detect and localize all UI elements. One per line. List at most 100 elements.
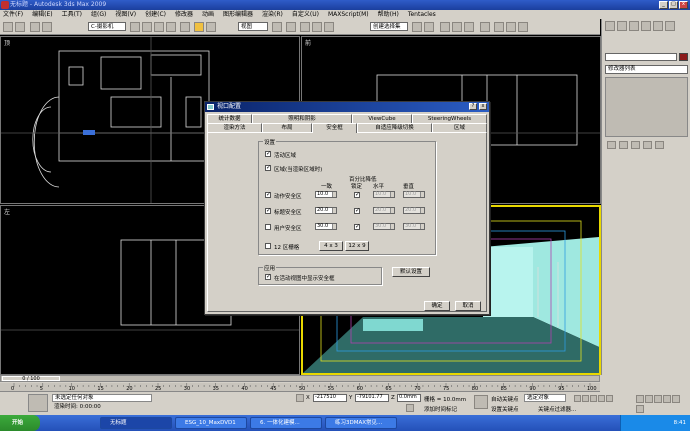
- select-scale-icon[interactable]: [206, 22, 216, 32]
- zoom-icon[interactable]: [636, 395, 644, 403]
- manipulate-icon[interactable]: [286, 22, 296, 32]
- listener-button[interactable]: [28, 394, 48, 412]
- zoom-extents-icon[interactable]: [654, 395, 662, 403]
- render-setup-icon[interactable]: [494, 22, 504, 32]
- grid-checkbox[interactable]: [265, 243, 271, 249]
- user-safe-lock-checkbox[interactable]: ✓: [354, 224, 360, 230]
- redo-icon[interactable]: [15, 22, 25, 32]
- tab-safe-frames[interactable]: 安全框: [312, 123, 357, 133]
- play-icon[interactable]: [590, 395, 597, 402]
- user-safe-checkbox[interactable]: [265, 224, 271, 230]
- lock-selection-icon[interactable]: [296, 394, 304, 402]
- motion-tab-icon[interactable]: [641, 21, 651, 31]
- tab-steeringwheels[interactable]: SteeringWheels: [412, 114, 487, 123]
- link-icon[interactable]: [30, 22, 40, 32]
- tab-adaptive-degradation[interactable]: 自适应降级切换: [357, 123, 432, 132]
- show-safe-frames-checkbox[interactable]: ✓: [265, 274, 271, 280]
- default-settings-button[interactable]: 默认设置: [392, 267, 430, 277]
- menu-file[interactable]: 文件(F): [3, 10, 23, 19]
- object-color-swatch[interactable]: [679, 53, 688, 61]
- render-frame-icon[interactable]: [506, 22, 516, 32]
- close-button[interactable]: x: [679, 1, 688, 9]
- task-3dmax-practice[interactable]: 练习3DMAX常见...: [325, 417, 397, 429]
- menu-edit[interactable]: 编辑(E): [32, 10, 52, 19]
- title-safe-horizontal-spinner[interactable]: 20.0: [373, 207, 395, 214]
- display-tab-icon[interactable]: [653, 21, 663, 31]
- action-safe-checkbox[interactable]: ✓: [265, 192, 271, 198]
- remove-modifier-icon[interactable]: [643, 141, 652, 149]
- snap-icon[interactable]: [300, 22, 310, 32]
- unlink-icon[interactable]: [42, 22, 52, 32]
- minimize-button[interactable]: _: [659, 1, 668, 9]
- time-tag-icon[interactable]: [406, 404, 414, 412]
- material-editor-icon[interactable]: [480, 22, 490, 32]
- grid-12x9-button[interactable]: 12 x 9: [345, 241, 369, 251]
- create-tab-icon[interactable]: [605, 21, 615, 31]
- spinner-arrows-icon[interactable]: [332, 192, 336, 197]
- menu-modifiers[interactable]: 修改器: [175, 10, 193, 19]
- action-safe-uniform-spinner[interactable]: 10.0: [315, 191, 337, 198]
- title-safe-vertical-spinner[interactable]: 20.0: [403, 207, 425, 214]
- key-mode-dropdown[interactable]: 选定对象: [524, 394, 566, 402]
- spinner-arrows-icon[interactable]: [420, 224, 424, 229]
- spinner-arrows-icon[interactable]: [390, 208, 394, 213]
- add-time-tag-label[interactable]: 添加时间标记: [424, 405, 457, 413]
- maximize-button[interactable]: □: [669, 1, 678, 9]
- quick-render-icon[interactable]: [518, 22, 528, 32]
- next-frame-icon[interactable]: [598, 395, 605, 402]
- menu-maxscript[interactable]: MAXScript(M): [328, 10, 369, 19]
- x-coord-field[interactable]: -217510: [313, 394, 347, 402]
- menu-customize[interactable]: 自定义(U): [292, 10, 319, 19]
- auto-key-label[interactable]: 自动关键点: [491, 395, 519, 403]
- z-coord-field[interactable]: 0.0mm: [397, 394, 421, 402]
- ok-button[interactable]: 确定: [424, 301, 450, 311]
- key-filters-button[interactable]: 关键点过滤器...: [538, 405, 576, 413]
- modifier-list-dropdown[interactable]: 修改器列表: [605, 65, 688, 74]
- reference-coord-select[interactable]: C-摄影机: [88, 22, 126, 31]
- menu-help[interactable]: 帮助(H): [378, 10, 399, 19]
- layer-manager-icon[interactable]: [440, 22, 450, 32]
- modifier-stack[interactable]: [605, 77, 688, 137]
- schematic-view-icon[interactable]: [464, 22, 474, 32]
- show-end-result-icon[interactable]: [619, 141, 628, 149]
- view-select[interactable]: 视图: [238, 22, 268, 31]
- dialog-help-button[interactable]: ?: [469, 103, 477, 110]
- track-bar[interactable]: 0 5 10 15 20 25 30 35 40 45 50 55 60 65 70 75 80 85 90 95 10…: [0, 383, 600, 392]
- spinner-arrows-icon[interactable]: [332, 224, 336, 229]
- spinner-arrows-icon[interactable]: [420, 192, 424, 197]
- menu-tentacles[interactable]: Tentacles: [408, 10, 436, 19]
- curve-editor-icon[interactable]: [452, 22, 462, 32]
- user-safe-horizontal-spinner[interactable]: 30.0: [373, 223, 395, 230]
- task-untitled[interactable]: 无标题: [100, 417, 172, 429]
- go-to-end-icon[interactable]: [606, 395, 613, 402]
- title-safe-uniform-spinner[interactable]: 20.0: [315, 207, 337, 214]
- title-safe-checkbox[interactable]: ✓: [265, 208, 271, 214]
- start-button[interactable]: 开始: [0, 415, 40, 431]
- menu-group[interactable]: 组(G): [91, 10, 106, 19]
- action-safe-vertical-spinner[interactable]: 10.0: [403, 191, 425, 198]
- dialog-close-button[interactable]: x: [479, 103, 487, 110]
- tab-regions[interactable]: 区域: [432, 123, 487, 132]
- task-modeling[interactable]: 6. 一体化建模...: [250, 417, 322, 429]
- time-slider[interactable]: 0 / 100: [0, 375, 600, 382]
- spinner-arrows-icon[interactable]: [390, 224, 394, 229]
- action-safe-horizontal-spinner[interactable]: 10.0: [373, 191, 395, 198]
- make-unique-icon[interactable]: [631, 141, 640, 149]
- menu-views[interactable]: 视图(V): [115, 10, 136, 19]
- spinner-arrows-icon[interactable]: [390, 192, 394, 197]
- region-checkbox[interactable]: ✓: [265, 165, 271, 171]
- named-selection-select[interactable]: 创建选择集: [370, 22, 408, 31]
- tab-layout[interactable]: 布局: [262, 123, 312, 132]
- tab-statistics[interactable]: 统计数据: [207, 114, 252, 123]
- grid-4x3-button[interactable]: 4 x 3: [319, 241, 343, 251]
- select-icon[interactable]: [130, 22, 140, 32]
- modify-tab-icon[interactable]: [617, 21, 627, 31]
- spinner-arrows-icon[interactable]: [420, 208, 424, 213]
- user-safe-uniform-spinner[interactable]: 30.0: [315, 223, 337, 230]
- menu-tools[interactable]: 工具(T): [62, 10, 82, 19]
- select-move-icon[interactable]: [180, 22, 190, 32]
- pivot-icon[interactable]: [272, 22, 282, 32]
- mirror-icon[interactable]: [412, 22, 422, 32]
- time-slider-handle[interactable]: 0 / 100: [2, 376, 60, 382]
- orbit-icon[interactable]: [672, 395, 680, 403]
